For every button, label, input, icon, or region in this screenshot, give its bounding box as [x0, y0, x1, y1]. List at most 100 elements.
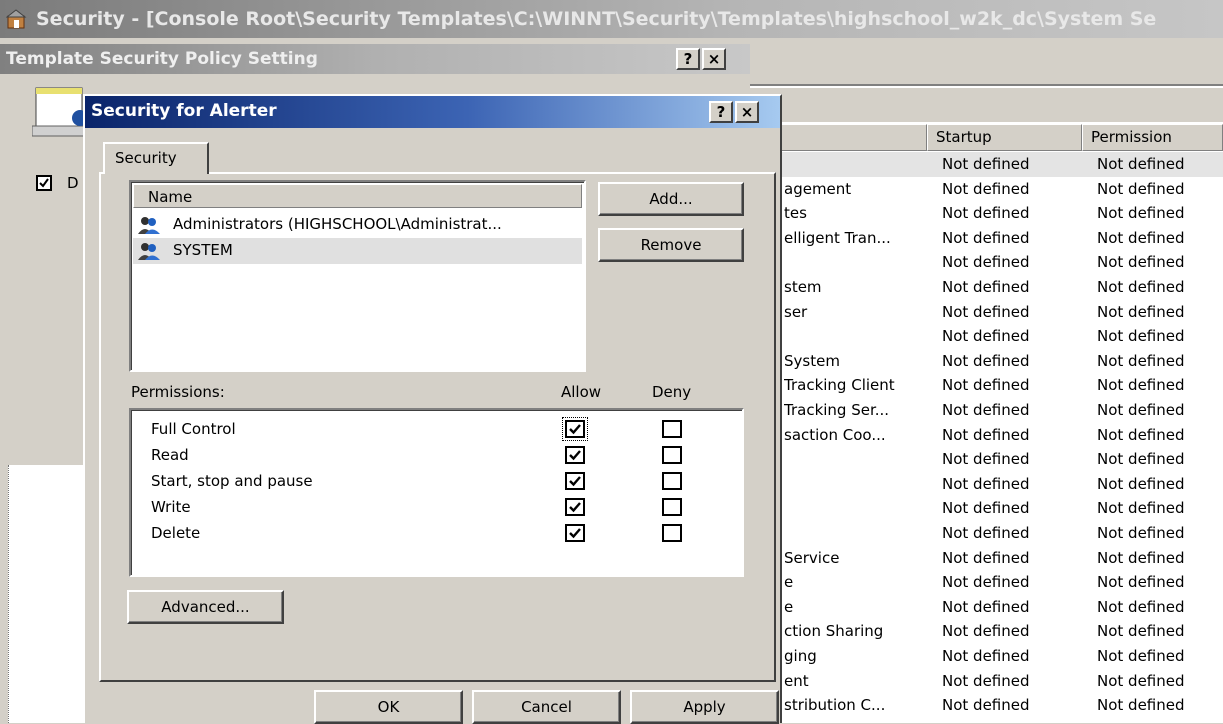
service-row[interactable]: Not defined Not defined	[750, 472, 1223, 497]
security-help-button[interactable]: ?	[709, 101, 733, 123]
service-startup-cell: Not defined	[942, 450, 1030, 469]
deny-checkbox[interactable]	[662, 446, 682, 464]
principal-item[interactable]: SYSTEM	[133, 238, 582, 264]
allow-checkbox[interactable]	[565, 472, 585, 490]
deny-checkbox[interactable]	[662, 524, 682, 542]
permission-row: Delete	[151, 522, 731, 548]
permission-row: Full Control	[151, 417, 731, 444]
service-row[interactable]: ent Not defined Not defined	[750, 669, 1223, 694]
deny-checkbox[interactable]	[662, 420, 682, 438]
principal-item[interactable]: Administrators (HIGHSCHOOL\Administrat..…	[133, 212, 582, 238]
service-startup-cell: Not defined	[942, 671, 1030, 690]
permissions-label: Permissions:	[131, 383, 225, 401]
service-startup-cell: Not defined	[942, 401, 1030, 419]
policy-help-button[interactable]: ?	[676, 48, 700, 70]
deny-column-label: Deny	[652, 383, 692, 401]
service-name-cell: Tracking Client	[784, 376, 895, 395]
service-name-cell: Tracking Ser...	[784, 401, 890, 419]
main-window-titlebar[interactable]: Security - [Console Root\Security Templa…	[0, 0, 1223, 38]
ok-button[interactable]: OK	[314, 690, 463, 724]
permissions-list: Full Control Read Start, stop and pause Wri…	[129, 408, 744, 577]
service-row[interactable]: Tracking Ser... Not defined Not defined	[750, 398, 1223, 423]
service-permission-cell: Not defined	[1097, 302, 1185, 321]
service-row[interactable]: e Not defined Not defined	[750, 570, 1223, 595]
deny-checkbox[interactable]	[662, 498, 682, 516]
service-row[interactable]: System Not defined Not defined	[750, 349, 1223, 374]
service-startup-cell: Not defined	[942, 573, 1030, 592]
service-startup-cell: Not defined	[942, 376, 1030, 395]
column-header-permission[interactable]: Permission	[1082, 124, 1223, 151]
service-permission-cell: Not defined	[1097, 647, 1185, 665]
service-row[interactable]: ser Not defined Not defined	[750, 300, 1223, 325]
service-row[interactable]: saction Coo... Not defined Not defined	[750, 423, 1223, 448]
column-header-startup[interactable]: Startup	[927, 124, 1082, 151]
principals-list[interactable]: Name Administrators (HIGHSCHOOL\Administ…	[129, 180, 586, 372]
service-permission-cell: Not defined	[1097, 597, 1185, 616]
service-permission-cell: Not defined	[1097, 548, 1185, 567]
allow-checkbox[interactable]	[565, 498, 585, 516]
service-name-cell: e	[784, 573, 794, 592]
service-row[interactable]: elligent Tran... Not defined Not defined	[750, 226, 1223, 251]
service-row[interactable]: Not defined Not defined	[750, 152, 1223, 177]
allow-checkbox[interactable]	[565, 524, 585, 542]
services-list-pane: Startup Permission Not defined Not define…	[750, 38, 1223, 723]
service-permission-cell: Not defined	[1097, 351, 1185, 370]
security-dialog: Security for Alerter ? × Security Name A…	[83, 94, 782, 724]
service-startup-cell: Not defined	[942, 548, 1030, 567]
apply-button[interactable]: Apply	[630, 690, 779, 724]
service-row[interactable]: e Not defined Not defined	[750, 595, 1223, 620]
service-row[interactable]: Not defined Not defined	[750, 250, 1223, 275]
service-row[interactable]: ction Sharing Not defined Not defined	[750, 619, 1223, 644]
service-name-cell: ction Sharing	[784, 622, 884, 641]
add-button[interactable]: Add...	[598, 182, 744, 216]
service-row[interactable]: stem Not defined Not defined	[750, 275, 1223, 300]
service-row[interactable]: Tracking Client Not defined Not defined	[750, 373, 1223, 398]
security-close-button[interactable]: ×	[735, 101, 759, 123]
advanced-button[interactable]: Advanced...	[127, 590, 284, 624]
security-dialog-titlebar[interactable]: Security for Alerter	[85, 96, 780, 128]
permission-row: Read	[151, 444, 731, 470]
permission-name: Read	[151, 446, 189, 464]
service-row[interactable]: Service Not defined Not defined	[750, 546, 1223, 571]
service-permission-cell: Not defined	[1097, 179, 1185, 198]
deny-checkbox[interactable]	[662, 472, 682, 490]
service-startup-cell: Not defined	[942, 179, 1030, 198]
security-dialog-title: Security for Alerter	[91, 101, 277, 121]
service-permission-cell: Not defined	[1097, 671, 1185, 690]
service-name-cell: System	[784, 351, 840, 370]
policy-dialog-titlebar[interactable]: Template Security Policy Setting	[0, 44, 750, 74]
security-console-icon	[6, 9, 27, 29]
service-permission-cell: Not defined	[1097, 155, 1185, 173]
service-startup-cell: Not defined	[942, 474, 1030, 493]
policy-close-button[interactable]: ×	[702, 48, 726, 70]
service-name-cell: stem	[784, 278, 822, 296]
service-row[interactable]: Not defined Not defined	[750, 324, 1223, 349]
permission-name: Write	[151, 498, 191, 516]
name-column-header[interactable]: Name	[133, 184, 582, 208]
service-row[interactable]: Not defined Not defined	[750, 447, 1223, 472]
service-name-cell: stribution C...	[784, 696, 886, 715]
service-row[interactable]: stribution C... Not defined Not defined	[750, 693, 1223, 718]
service-startup-cell: Not defined	[942, 597, 1030, 616]
service-row[interactable]: ging Not defined Not defined	[750, 644, 1223, 669]
service-row[interactable]: Not defined Not defined	[750, 496, 1223, 521]
tab-security[interactable]: Security	[103, 142, 209, 174]
service-name-cell: saction Coo...	[784, 425, 886, 444]
service-row[interactable]: Not defined Not defined	[750, 521, 1223, 546]
service-permission-cell: Not defined	[1097, 327, 1185, 346]
remove-button[interactable]: Remove	[598, 228, 744, 262]
service-row[interactable]: tes Not defined Not defined	[750, 201, 1223, 226]
service-row[interactable]: agement Not defined Not defined	[750, 177, 1223, 202]
allow-column-label: Allow	[561, 383, 602, 401]
allow-checkbox[interactable]	[565, 446, 585, 464]
main-window-title: Security - [Console Root\Security Templa…	[36, 8, 1157, 30]
user-group-icon	[138, 243, 160, 260]
service-name-cell: ging	[784, 647, 817, 665]
service-permission-cell: Not defined	[1097, 450, 1185, 469]
allow-checkbox[interactable]	[562, 417, 588, 441]
define-policy-checkbox[interactable]	[36, 175, 52, 191]
cancel-button[interactable]: Cancel	[472, 690, 621, 724]
service-startup-cell: Not defined	[942, 278, 1030, 296]
service-permission-cell: Not defined	[1097, 401, 1185, 419]
principal-label: SYSTEM	[173, 241, 233, 259]
